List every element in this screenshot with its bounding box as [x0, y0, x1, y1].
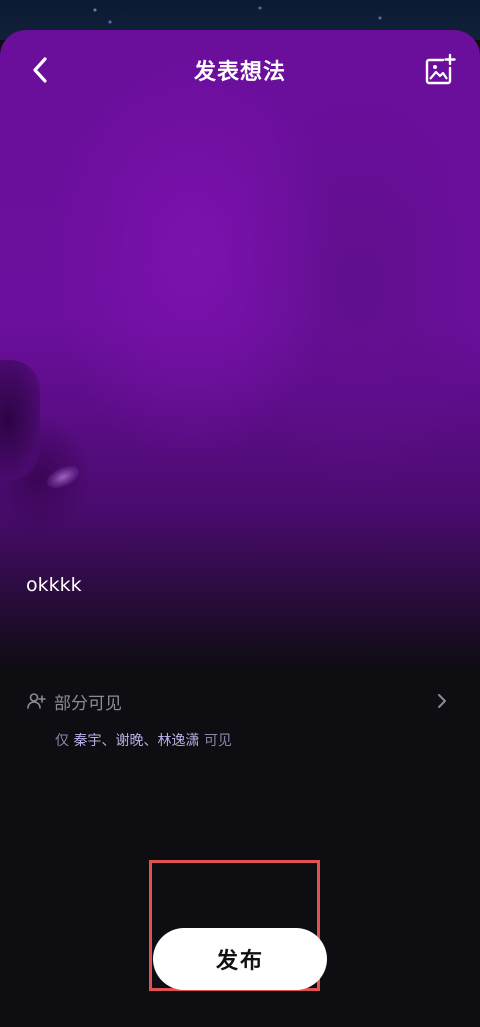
chevron-right-icon: [438, 694, 446, 708]
post-text[interactable]: okkkk: [26, 574, 82, 596]
visibility-label: 部分可见: [54, 693, 122, 714]
visible-users: 秦宇、谢晚、林逸潇: [73, 733, 200, 749]
top-bar: 发表想法: [0, 48, 480, 92]
visibility-prefix: 仅: [55, 733, 69, 749]
background-figure: [0, 360, 40, 480]
add-image-icon: [425, 53, 456, 85]
visibility-detail: 仅 秦宇、谢晚、林逸潇 可见: [55, 730, 232, 750]
screen: 发表想法 okkkk 部分可见 仅 秦宇、谢晚、林逸潇 可见 发布: [0, 0, 480, 1027]
publish-button[interactable]: 发布: [153, 928, 327, 990]
visibility-setting[interactable]: 部分可见: [26, 686, 456, 716]
user-add-icon: [27, 693, 46, 709]
add-image-button[interactable]: [422, 52, 458, 88]
visibility-suffix: 可见: [203, 733, 232, 749]
page-title: 发表想法: [193, 60, 286, 85]
